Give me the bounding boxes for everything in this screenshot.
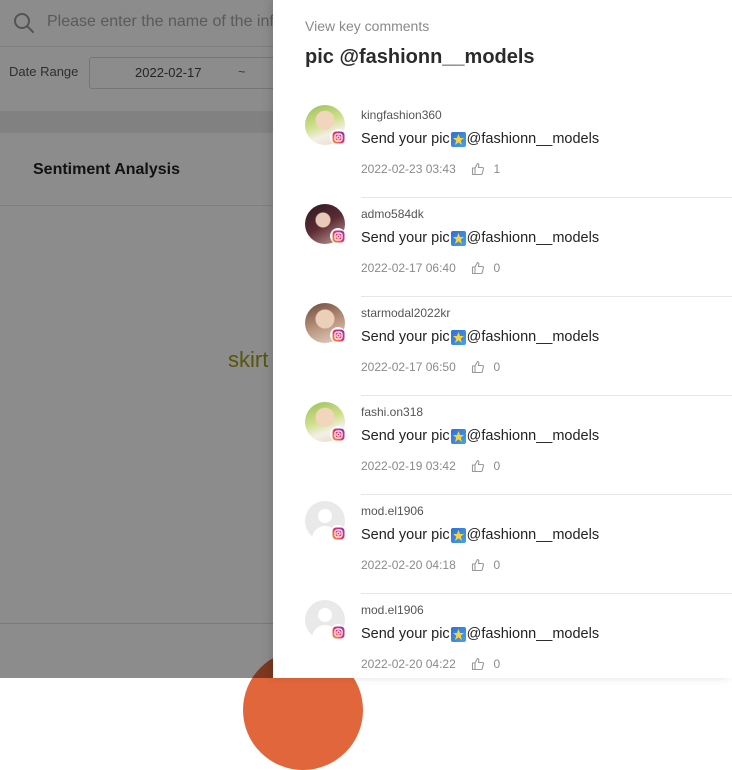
comment-text-mention: @fashionn__models <box>466 626 600 643</box>
comment-meta: 2022-02-17 06:40 0 <box>361 260 500 275</box>
like-count: 0 <box>493 359 501 374</box>
like-count: 0 <box>493 260 501 275</box>
thumbs-up-icon[interactable] <box>471 459 485 473</box>
drawer-title: pic @fashionn__models <box>305 46 535 68</box>
comment-text-start: Send your pic <box>361 230 450 247</box>
instagram-icon <box>330 129 346 145</box>
comment-username[interactable]: admo584dk <box>361 207 424 221</box>
comment-text: Send your pic @fashionn__models <box>361 230 599 246</box>
thumbs-up-icon[interactable] <box>471 657 485 671</box>
comment-item: mod.el1906 Send your pic @fashionn__model… <box>273 594 732 693</box>
star-emoji-icon <box>450 428 466 444</box>
comment-text-start: Send your pic <box>361 626 450 643</box>
instagram-icon <box>330 624 346 640</box>
star-emoji-icon <box>450 626 466 642</box>
comment-text-start: Send your pic <box>361 527 450 544</box>
comment-date: 2022-02-17 06:50 <box>361 359 456 374</box>
instagram-icon <box>330 327 346 343</box>
comment-text-mention: @fashionn__models <box>466 428 600 445</box>
comment-date: 2022-02-19 03:42 <box>361 458 456 473</box>
comment-text: Send your pic @fashionn__models <box>361 131 599 147</box>
default-avatar-head <box>318 509 332 523</box>
comment-item: kingfashion360 Send your pic @fashionn__m… <box>273 99 732 198</box>
star-emoji-icon <box>450 329 466 345</box>
thumbs-up-icon[interactable] <box>471 558 485 572</box>
instagram-icon <box>330 228 346 244</box>
comment-item: starmodal2022kr Send your pic @fashionn__… <box>273 297 732 396</box>
comment-meta: 2022-02-23 03:43 1 <box>361 161 500 176</box>
comment-date: 2022-02-20 04:22 <box>361 656 456 671</box>
comment-text-mention: @fashionn__models <box>466 131 600 148</box>
drawer-kicker: View key comments <box>305 18 430 34</box>
thumbs-up-icon[interactable] <box>471 360 485 374</box>
comment-text: Send your pic @fashionn__models <box>361 626 599 642</box>
comment-list: kingfashion360 Send your pic @fashionn__m… <box>273 99 732 693</box>
default-avatar-head <box>318 608 332 622</box>
like-count: 0 <box>493 458 501 473</box>
comment-text-start: Send your pic <box>361 131 450 148</box>
comment-date: 2022-02-17 06:40 <box>361 260 456 275</box>
comment-item: admo584dk Send your pic @fashionn__models… <box>273 198 732 297</box>
like-count: 0 <box>493 656 501 671</box>
instagram-icon <box>330 525 346 541</box>
comment-text-mention: @fashionn__models <box>466 527 600 544</box>
like-count: 0 <box>493 557 501 572</box>
comment-date: 2022-02-20 04:18 <box>361 557 456 572</box>
comment-meta: 2022-02-20 04:22 0 <box>361 656 500 671</box>
comment-meta: 2022-02-19 03:42 0 <box>361 458 500 473</box>
comment-text-mention: @fashionn__models <box>466 230 600 247</box>
comment-username[interactable]: kingfashion360 <box>361 108 442 122</box>
comment-text: Send your pic @fashionn__models <box>361 428 599 444</box>
comment-text: Send your pic @fashionn__models <box>361 329 599 345</box>
star-emoji-icon <box>450 527 466 543</box>
comment-username[interactable]: starmodal2022kr <box>361 306 450 320</box>
comment-item: mod.el1906 Send your pic @fashionn__model… <box>273 495 732 594</box>
thumbs-up-icon[interactable] <box>471 261 485 275</box>
comment-text: Send your pic @fashionn__models <box>361 527 599 543</box>
comment-username[interactable]: mod.el1906 <box>361 504 424 518</box>
like-count: 1 <box>493 161 501 176</box>
instagram-icon <box>330 426 346 442</box>
comment-item: fashi.on318 Send your pic @fashionn__mode… <box>273 396 732 495</box>
comment-date: 2022-02-23 03:43 <box>361 161 456 176</box>
comments-drawer: View key comments pic @fashionn__models … <box>273 0 732 678</box>
comment-text-start: Send your pic <box>361 428 450 445</box>
comment-text-mention: @fashionn__models <box>466 329 600 346</box>
comment-meta: 2022-02-17 06:50 0 <box>361 359 500 374</box>
star-emoji-icon <box>450 230 466 246</box>
star-emoji-icon <box>450 131 466 147</box>
comment-username[interactable]: fashi.on318 <box>361 405 423 419</box>
thumbs-up-icon[interactable] <box>471 162 485 176</box>
comment-username[interactable]: mod.el1906 <box>361 603 424 617</box>
comment-meta: 2022-02-20 04:18 0 <box>361 557 500 572</box>
comment-text-start: Send your pic <box>361 329 450 346</box>
